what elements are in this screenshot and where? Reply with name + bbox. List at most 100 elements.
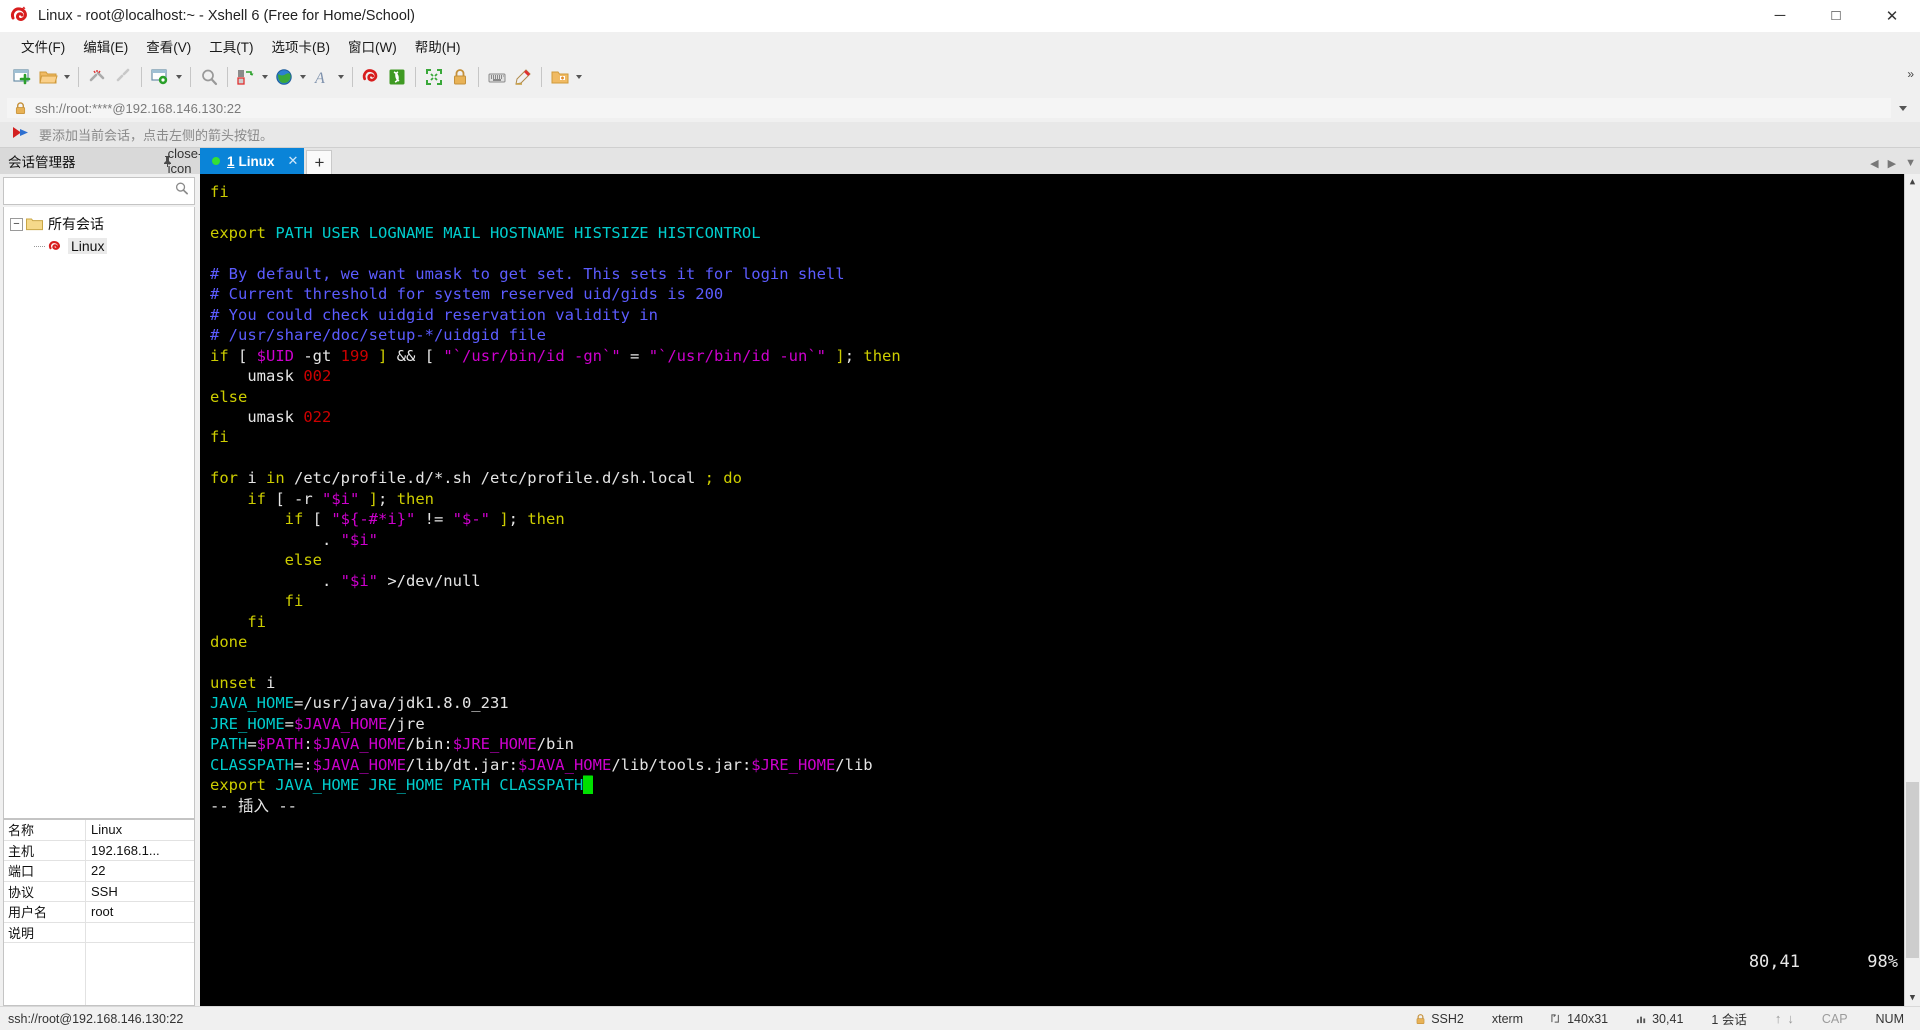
menu-view[interactable]: 查看(V) <box>137 33 200 59</box>
terminal-span: ; <box>378 489 397 508</box>
fullscreen-icon[interactable] <box>421 64 447 90</box>
property-row-empty <box>4 943 194 1005</box>
tab-number: 1 <box>227 153 235 169</box>
terminal-span <box>369 347 378 365</box>
compose-icon[interactable] <box>547 64 573 90</box>
scroll-up-icon[interactable]: ▲ <box>1905 174 1920 190</box>
keyboard-icon[interactable] <box>484 64 510 90</box>
terminal-span: unset <box>210 673 257 692</box>
session-search-box[interactable] <box>3 177 195 205</box>
chevron-down-icon[interactable] <box>1892 106 1914 111</box>
xftp-icon[interactable] <box>384 64 410 90</box>
menu-edit[interactable]: 编辑(E) <box>74 33 137 59</box>
terminal-span: [ <box>303 510 332 529</box>
transfer-dropdown-caret[interactable] <box>259 64 271 90</box>
font-dropdown-caret[interactable] <box>335 64 347 90</box>
property-value: root <box>91 904 114 920</box>
scroll-down-icon[interactable]: ▼ <box>1905 990 1920 1006</box>
property-row: 协议 SSH <box>4 881 194 902</box>
tab-nav-controls: ◀ ▶ ▼ <box>1870 157 1916 170</box>
search-icon[interactable] <box>174 181 189 201</box>
scroll-thumb[interactable] <box>1905 190 1920 990</box>
terminal-span: fi <box>210 183 229 201</box>
tab-linux[interactable]: 1 Linux ✕ <box>200 148 305 174</box>
highlight-icon[interactable] <box>510 64 536 90</box>
toolbar-separator <box>78 67 79 87</box>
terminal-line: if [ -r "$i" ]; then <box>210 489 1904 509</box>
address-input[interactable]: ssh://root:****@192.168.146.130:22 <box>6 97 1892 119</box>
new-tab-button[interactable]: + <box>306 150 333 174</box>
terminal-span: $PATH <box>256 735 304 754</box>
tab-nav-next-icon[interactable]: ▶ <box>1888 157 1896 170</box>
hint-bar: 要添加当前会话，点击左侧的箭头按钮。 <box>0 122 1920 148</box>
menu-tabs[interactable]: 选项卡(B) <box>263 33 340 59</box>
close-icon[interactable]: close-icon <box>168 146 203 176</box>
reconnect-icon[interactable] <box>110 64 136 90</box>
menu-tools[interactable]: 工具(T) <box>200 33 262 59</box>
toolbar-separator <box>541 67 542 87</box>
terminal-screen[interactable]: fi export PATH USER LOGNAME MAIL HOSTNAM… <box>200 174 1920 1006</box>
property-key: 名称 <box>4 820 86 840</box>
terminal-span <box>210 490 247 508</box>
tab-nav-prev-icon[interactable]: ◀ <box>1870 157 1878 170</box>
property-row: 用户名 root <box>4 902 194 923</box>
compose-dropdown-caret[interactable] <box>573 64 585 90</box>
address-value: ssh://root:****@192.168.146.130:22 <box>35 100 242 116</box>
globe-icon[interactable] <box>271 64 297 90</box>
tab-nav-menu-icon[interactable]: ▼ <box>1905 157 1916 170</box>
xshell-window: Linux - root@localhost:~ - Xshell 6 (Fre… <box>0 0 1920 1030</box>
find-icon[interactable] <box>196 64 222 90</box>
terminal-line: fi <box>210 612 1904 632</box>
terminal-span: . <box>210 571 341 590</box>
terminal-span: "${-#*i}" <box>331 510 416 529</box>
main-body: 会话管理器 close-icon − 所有会话 Linux 名称 Linux 主… <box>0 146 1920 1006</box>
terminal-span: JRE_HOME <box>210 714 285 733</box>
hint-text: 要添加当前会话，点击左侧的箭头按钮。 <box>39 128 274 143</box>
terminal-line: unset i <box>210 673 1904 693</box>
session-properties-icon[interactable] <box>147 64 173 90</box>
terminal-span: ] <box>368 489 379 508</box>
menu-help[interactable]: 帮助(H) <box>406 33 470 59</box>
terminal-scrollbar[interactable]: ▲ ▼ <box>1904 174 1920 1006</box>
menu-window[interactable]: 窗口(W) <box>339 33 406 59</box>
terminal-span: JAVA_HOME <box>210 694 294 713</box>
terminal-span: ; <box>508 510 528 529</box>
expander-icon[interactable]: − <box>10 217 23 231</box>
font-icon[interactable]: A <box>309 64 335 90</box>
terminal-span: $UID <box>256 346 294 365</box>
terminal-span: /lib <box>835 755 873 774</box>
toolbar: A » <box>0 60 1920 94</box>
title-bar: Linux - root@localhost:~ - Xshell 6 (Fre… <box>0 0 1920 32</box>
globe-dropdown-caret[interactable] <box>297 64 309 90</box>
lock-icon[interactable] <box>447 64 473 90</box>
terminal-span <box>714 469 723 487</box>
open-folder-icon[interactable] <box>35 64 61 90</box>
terminal-line: export PATH USER LOGNAME MAIL HOSTNAME H… <box>210 223 1904 243</box>
terminal-span: 002 <box>303 367 332 386</box>
disconnect-icon[interactable] <box>84 64 110 90</box>
terminal-span: $JAVA_HOME <box>312 755 406 774</box>
new-session-icon[interactable] <box>9 64 35 90</box>
menu-file[interactable]: 文件(F) <box>12 33 74 59</box>
transfer-file-icon[interactable] <box>233 64 259 90</box>
toolbar-separator <box>352 67 353 87</box>
maximize-button[interactable]: □ <box>1808 0 1864 32</box>
terminal-span: for <box>210 469 238 488</box>
minimize-button[interactable]: ─ <box>1752 0 1808 32</box>
tree-node-all-sessions[interactable]: − 所有会话 <box>4 213 194 235</box>
tree-node-linux[interactable]: Linux <box>4 235 194 257</box>
xshell-icon[interactable] <box>358 64 384 90</box>
session-tree[interactable]: − 所有会话 Linux <box>3 207 195 819</box>
folder-dropdown-caret[interactable] <box>61 64 73 90</box>
terminal-span: ] <box>835 346 845 365</box>
property-row: 主机 192.168.1... <box>4 840 194 861</box>
terminal-span <box>210 510 285 528</box>
terminal-span: then <box>527 510 565 529</box>
terminal-output[interactable]: fi export PATH USER LOGNAME MAIL HOSTNAM… <box>200 174 1904 1006</box>
properties-dropdown-caret[interactable] <box>173 64 185 90</box>
terminal-span: █ <box>583 776 593 795</box>
terminal-span: else <box>284 551 322 570</box>
toolbar-overflow-button[interactable]: » <box>1907 67 1914 81</box>
close-button[interactable]: ✕ <box>1864 0 1920 32</box>
tab-close-icon[interactable]: ✕ <box>288 153 299 169</box>
